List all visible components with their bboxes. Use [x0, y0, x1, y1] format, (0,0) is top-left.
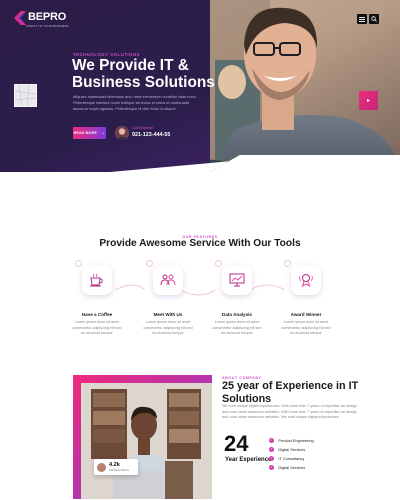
service-card-data[interactable]: Data Analysis Lorem ipsum dolor sit amet…: [202, 260, 272, 337]
list-item: ✓ Product Engineering: [269, 436, 314, 445]
services-title: Provide Awesome Service With Our Tools: [0, 238, 400, 251]
check-icon: ✓: [269, 446, 275, 453]
service-title: Data Analysis: [222, 312, 252, 317]
check-icon: ✓: [269, 455, 275, 462]
service-description: Lorem ipsum dolor sit amet consectetur a…: [281, 320, 331, 336]
clients-badge: 4.2k Satisfied Clients: [94, 459, 138, 475]
service-description: Lorem ipsum dolor sit amet consectetur a…: [212, 320, 262, 336]
search-icon: [371, 16, 377, 22]
about-image: [73, 375, 212, 499]
logo[interactable]: BEPRO: [14, 11, 66, 25]
service-icon-box: [146, 260, 183, 295]
list-item: ✓ Digital Services: [269, 463, 314, 472]
menu-button[interactable]: [357, 14, 367, 24]
logo-text: BEPRO: [28, 11, 67, 23]
client-avatar: [97, 462, 106, 472]
meeting-icon: [160, 274, 176, 286]
contact-phone[interactable]: 921-123-444-55: [132, 132, 170, 138]
check-icon: ✓: [269, 464, 275, 471]
service-card-meet[interactable]: Meet With Us Lorem ipsum dolor sit amet …: [133, 260, 203, 337]
about-title: 25 year of Experience in IT Solutions: [222, 380, 359, 405]
service-icon-box: [75, 260, 112, 295]
hero-bottom-curve: [0, 155, 400, 200]
read-more-label: READ MORE: [73, 131, 98, 135]
hero-description: Aliquam malesuada bibendum arcu vitae el…: [73, 95, 197, 112]
years-number: 24: [224, 431, 249, 456]
service-description: Lorem ipsum dolor sit amet consectetur a…: [143, 320, 193, 336]
service-title: Award Winner: [290, 312, 322, 317]
check-icon: ✓: [269, 437, 275, 444]
list-item-label: IT Consultancy: [278, 456, 305, 461]
list-item: ✓ Digital Services: [269, 445, 314, 454]
service-title: Have a Coffee: [81, 312, 113, 317]
hero-title: We Provide IT & Business Solutions: [72, 57, 215, 91]
service-icon-box: [215, 260, 252, 295]
hamburger-icon: [359, 16, 365, 22]
logo-mark-icon: [14, 11, 26, 25]
arrow-right-icon: →: [100, 130, 106, 136]
award-icon: [299, 274, 313, 287]
chevron-right-icon: ▸: [366, 98, 370, 104]
contact-avatar: [115, 126, 129, 140]
hero-section: BEPRO ASSIST TO YOUR BUSINESS ▸ TECHNOLO…: [0, 0, 400, 200]
search-button[interactable]: [369, 14, 379, 24]
landing-page: BEPRO ASSIST TO YOUR BUSINESS ▸ TECHNOLO…: [0, 0, 400, 500]
list-item-label: Digital Services: [278, 447, 306, 452]
services-title-text: Provide Awesome Service With Our Tools: [99, 238, 301, 249]
decor-dot: [75, 260, 82, 267]
decor-dot: [284, 260, 291, 267]
service-card-award[interactable]: Award Winner Lorem ipsum dolor sit amet …: [271, 260, 341, 337]
service-title: Meet With Us: [153, 312, 183, 317]
about-photo: [73, 375, 212, 499]
logo-tagline: ASSIST TO YOUR BUSINESS: [26, 24, 69, 28]
list-item-label: Digital Services: [278, 465, 306, 470]
about-feature-list: ✓ Product Engineering ✓ Digital Services ✓…: [269, 436, 314, 472]
map-icon: [14, 84, 37, 107]
list-item: ✓ IT Consultancy: [269, 454, 314, 463]
decor-dot: [215, 260, 222, 267]
list-item-label: Product Engineering: [278, 438, 314, 443]
read-more-button[interactable]: READ MORE →: [73, 127, 106, 139]
coffee-icon: [90, 273, 103, 287]
service-card-coffee[interactable]: Have a Coffee Lorem ipsum dolor sit amet…: [62, 260, 132, 337]
service-icon-box: [284, 260, 321, 295]
map-thumbnail[interactable]: [14, 84, 37, 107]
badge-text: 4.2k Satisfied Clients: [109, 462, 129, 472]
analytics-icon: [229, 273, 245, 287]
next-slide-button[interactable]: ▸: [359, 91, 378, 110]
badge-label: Satisfied Clients: [109, 468, 130, 472]
service-description: Lorem ipsum dolor sit amet consectetur a…: [72, 320, 122, 336]
contact-label: Call Anytime: [132, 126, 154, 130]
about-description: We craft unique digital experiences. Wit…: [222, 404, 358, 420]
decor-dot: [146, 260, 153, 267]
years-label: Year Experience: [225, 457, 272, 463]
